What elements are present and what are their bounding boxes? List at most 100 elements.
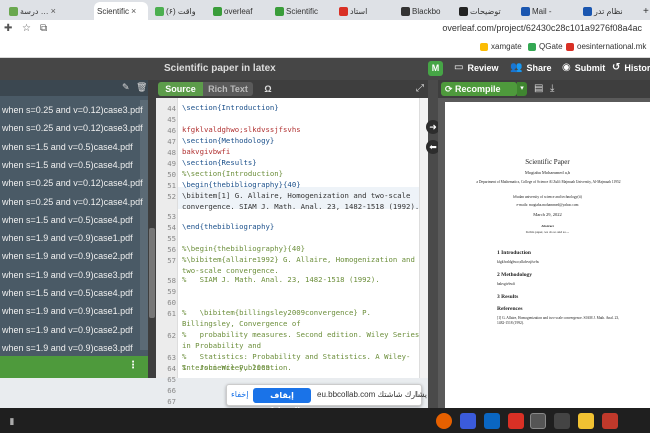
code-line[interactable]: %\section{Introduction} [182, 169, 424, 180]
expand-icon[interactable]: ⤢ [416, 83, 424, 94]
sharing-message: eu.bbcollab.com يشارك شاشتك [317, 390, 427, 399]
firefox-icon[interactable] [436, 413, 452, 429]
drag-handle-icon[interactable]: ‖ [415, 390, 418, 399]
code-line[interactable]: %\bibitem{allaire1992} G. Allaire, Homog… [182, 255, 424, 276]
section-3-heading: 3 Results [497, 294, 519, 300]
project-title[interactable]: Scientific paper in latex [164, 63, 276, 74]
code-line[interactable]: \begin{thebibliography}{40} [182, 180, 424, 191]
bookmark-item[interactable]: QGate [528, 42, 563, 51]
new-tab-button[interactable]: + [640, 2, 650, 20]
taskbar-app-icon[interactable]: ▮ [4, 413, 20, 429]
file-tree-item[interactable]: when s=1.9 and v=0.9)case2.pdf [0, 321, 148, 339]
code-line[interactable]: \bibitem[1] G. Allaire, Homogenization a… [182, 191, 424, 212]
code-line[interactable]: % SIAM J. Math. Anal. 23, 1482-1518 (199… [182, 275, 424, 286]
file-tree-item[interactable]: when s=1.9 and v=0.9)case1.pdf [0, 302, 148, 320]
browser-tab[interactable]: درسة … × [4, 2, 92, 20]
extensions-puzzle-icon[interactable]: ⧉ [40, 23, 47, 34]
symbol-palette-button[interactable]: Ω [262, 82, 274, 96]
pane-splitter[interactable]: ➜ ⬅ [426, 80, 440, 408]
file-tree-item[interactable]: when s=0.25 and v=0.12)case3.pdf [0, 101, 148, 119]
code-line[interactable]: \section{Results} [182, 158, 424, 169]
hide-button[interactable]: إخفاء [231, 390, 248, 399]
user-avatar[interactable]: M [428, 61, 443, 76]
close-icon[interactable]: × [131, 6, 136, 16]
selected-file-row[interactable]: ⋮ [0, 356, 148, 378]
code-line[interactable]: % John Wiley, 2009. [182, 363, 424, 374]
editor-scrollbar[interactable] [419, 98, 428, 378]
file-tree-item[interactable]: when s=1.9 and v=0.9)case3.pdf [0, 266, 148, 284]
line-number: 56 [167, 245, 176, 254]
tab-favicon-icon [401, 6, 410, 16]
extension-icon[interactable]: ✚ [4, 23, 12, 34]
file-tree-item[interactable]: when s=0.25 and v=0.12)case4.pdf [0, 174, 148, 192]
code-line[interactable]: bakvgivbwfi [182, 147, 424, 158]
code-line[interactable]: \section{Methodology} [182, 136, 424, 147]
url-text[interactable]: overleaf.com/project/62430c28c101a9276f0… [442, 23, 642, 33]
bookmark-item[interactable]: xamgate [480, 42, 522, 51]
browser-tab[interactable]: overleaf [208, 2, 268, 20]
line-number: 64 [167, 364, 176, 373]
browser-tab[interactable]: واقت (۶) [150, 2, 206, 20]
file-tree-item[interactable]: when s=1.9 and v=0.9)case2.pdf [0, 247, 148, 265]
reference-item: [1] G. Allaire, Homogenization and two-s… [497, 316, 620, 325]
gutter-scroll-thumb[interactable] [149, 228, 155, 318]
rich-text-tab[interactable]: Rich Text [203, 82, 253, 96]
history-button[interactable]: ↺ History [612, 62, 650, 73]
line-number: 45 [167, 115, 176, 124]
bookmark-star-icon[interactable]: ☆ [22, 23, 31, 34]
browser-tab-active[interactable]: Scientific × [94, 2, 148, 20]
edit-icon[interactable]: ✎ [122, 82, 130, 93]
store-icon[interactable] [554, 413, 570, 429]
review-button[interactable]: ▭ Review [454, 62, 498, 73]
edge-icon[interactable] [484, 413, 500, 429]
browser-tab[interactable]: Blackbo [396, 2, 452, 20]
file-tree-item[interactable]: when s=1.5 and v=0.5)case4.pdf [0, 156, 148, 174]
tab-favicon-icon [521, 6, 530, 16]
file-tree-item[interactable]: when s=0.25 and v=0.12)case3.pdf [0, 119, 148, 137]
bookmark-item[interactable]: oesinternational.mk [566, 42, 646, 51]
stop-sharing-button[interactable]: إيقاف المشاركة [253, 388, 311, 415]
code-line[interactable]: \end{thebibliography} [182, 222, 424, 233]
browser-tab[interactable]: Scientific [270, 2, 330, 20]
code-line[interactable]: %\begin{thebibliography}{40} [182, 244, 424, 255]
recompile-button[interactable]: ⟳ Recompile [441, 82, 517, 96]
file-tree-item[interactable]: when s=0.25 and v=0.12)case4.pdf [0, 193, 148, 211]
browser-tab[interactable]: توضيحات [454, 2, 514, 20]
tab-favicon-icon [275, 6, 284, 16]
line-number: 61 [167, 309, 176, 318]
browser-tab[interactable]: نظام تدر [578, 2, 640, 20]
source-tab[interactable]: Source [158, 82, 203, 96]
chrome-icon[interactable] [530, 413, 546, 429]
download-icon[interactable]: ⤓ [550, 83, 554, 94]
log-icon[interactable]: ▤ [534, 83, 543, 94]
file-tree-item[interactable]: when s=1.9 and v=0.9)case1.pdf [0, 229, 148, 247]
line-number: 66 [167, 386, 176, 395]
delete-icon[interactable]: 🗑 [136, 82, 147, 93]
menu-dots-icon[interactable]: ⋮ [128, 360, 138, 371]
share-button[interactable]: 👥 Share [510, 62, 551, 73]
line-number: 54 [167, 223, 176, 232]
file-tree-item[interactable]: when s=1.5 and v=0.5)case4.pdf [0, 284, 148, 302]
file-tree-item[interactable]: when s=1.5 and v=0.5)case4.pdf [0, 211, 148, 229]
pdf-reader-icon[interactable] [508, 413, 524, 429]
file-tree-header: ✎ 🗑 [0, 80, 148, 96]
browser-tab[interactable]: استاد [334, 2, 394, 20]
code-line[interactable]: kfgklvaldghwo;slkdvssjfsvhs [182, 125, 424, 136]
submit-button[interactable]: ◉ Submit [562, 62, 605, 73]
browser-tab[interactable]: Mail - [516, 2, 576, 20]
file-explorer-icon[interactable] [578, 413, 594, 429]
browser-tab-strip: درسة … × Scientific × واقت (۶) overleaf … [0, 0, 650, 20]
line-number: 62 [167, 331, 176, 340]
code-line[interactable]: % probability measures. Second edition. … [182, 330, 424, 351]
app-icon[interactable] [602, 413, 618, 429]
file-tree-item[interactable]: when s=1.9 and v=0.9)case3.pdf [0, 339, 148, 357]
teams-icon[interactable] [460, 413, 476, 429]
code-line[interactable]: % \bibitem{billingsley2009convergence} P… [182, 308, 424, 329]
file-tree-item[interactable]: when s=1.5 and v=0.5)case4.pdf [0, 138, 148, 156]
bookmark-favicon-icon [480, 42, 488, 51]
code-line[interactable]: \section{Introduction} [182, 103, 424, 114]
pdf-page[interactable]: Scientific Paper Mogtaba Mohammed a,b a … [445, 102, 650, 408]
close-icon[interactable]: × [51, 6, 56, 16]
recompile-options-button[interactable]: ▾ [517, 82, 527, 96]
section-2-heading: 2 Methodology [497, 272, 532, 278]
